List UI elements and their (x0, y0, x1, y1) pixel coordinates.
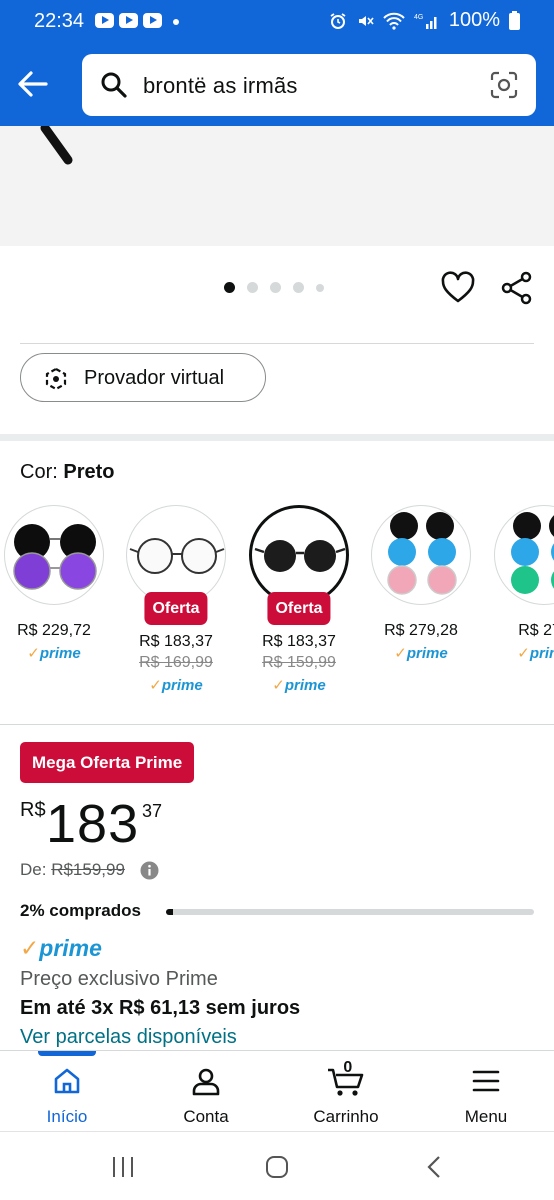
battery-icon (509, 11, 520, 30)
variant-price: R$ 279 (518, 622, 554, 639)
installments-text: Em até 3x R$ 61,13 sem juros (20, 997, 301, 1019)
variant-image (126, 505, 226, 605)
notification-dot-icon (173, 19, 179, 25)
variant-prime-badge: ✓prime (394, 645, 448, 662)
arrow-left-icon (18, 71, 48, 97)
nav-home-label: Início (46, 1107, 88, 1126)
back-button[interactable] (14, 64, 50, 104)
cart-count-badge: 0 (343, 1059, 353, 1076)
mute-icon (358, 15, 374, 26)
youtube-notification-icon (95, 13, 114, 28)
active-tab-indicator (38, 1051, 96, 1056)
info-icon[interactable] (140, 861, 159, 880)
cube-3d-icon (45, 367, 67, 391)
bought-progress-fill (166, 909, 174, 915)
variant-price: R$ 229,72 (17, 622, 91, 639)
bought-percentage-label: 2% comprados (20, 901, 141, 920)
variant-image (494, 505, 554, 605)
nav-menu[interactable]: Menu (431, 1063, 541, 1127)
product-image (40, 126, 73, 165)
list-price-value: R$159,99 (51, 860, 125, 879)
bottom-navigation: Início Conta 0 Carrinho Menu (0, 1050, 554, 1130)
divider (20, 343, 534, 344)
variant-prime-badge: ✓prime (27, 645, 81, 662)
variant-price: R$ 279,28 (384, 622, 458, 639)
product-image-gallery[interactable] (0, 126, 554, 246)
mega-deal-badge: Mega Oferta Prime (20, 742, 195, 783)
variant-prime-badge: ✓prime (272, 677, 326, 694)
bought-progress-bar (166, 909, 534, 915)
nav-menu-label: Menu (464, 1107, 508, 1126)
app-header: 22:34 4G 100% brontë as irmãs (0, 0, 554, 126)
alarm-icon (330, 12, 346, 29)
nav-account[interactable]: Conta (151, 1063, 261, 1127)
gallery-dot[interactable] (316, 283, 324, 292)
gallery-dot[interactable] (247, 282, 258, 293)
search-bar[interactable]: brontë as irmãs (82, 54, 536, 116)
status-time: 22:34 (34, 10, 85, 32)
share-icon[interactable] (499, 270, 535, 306)
gallery-dot[interactable] (293, 282, 304, 293)
variant-prime-badge: ✓prime (517, 645, 554, 662)
variant-image (371, 505, 471, 605)
recent-apps-icon[interactable] (110, 1154, 136, 1180)
variant-was-price: R$ 159,99 (262, 654, 336, 671)
list-price-label: De: (20, 860, 47, 879)
back-nav-icon[interactable] (422, 1154, 448, 1180)
price-currency: R$ (20, 799, 46, 821)
search-query[interactable]: brontë as irmãs (143, 73, 298, 99)
list-price: De: R$159,99 (20, 860, 125, 880)
camera-scan-icon[interactable] (490, 71, 518, 99)
search-icon (101, 72, 127, 98)
variant-image (4, 505, 104, 605)
status-icons: 4G 100% (329, 9, 520, 32)
variant-price: R$ 183,37 (139, 633, 213, 650)
battery-percent: 100% (448, 9, 500, 31)
home-icon (54, 1068, 80, 1094)
home-button-icon[interactable] (264, 1154, 290, 1180)
virtual-try-on-button[interactable]: Provador virtual (20, 353, 266, 402)
offer-badge: Oferta (144, 592, 208, 625)
signal-icon: 4G (414, 14, 437, 29)
virtual-try-on-label: Provador virtual (84, 367, 225, 389)
variant-was-price: R$ 169,99 (139, 654, 213, 671)
divider (0, 724, 554, 725)
wifi-icon (383, 12, 405, 30)
gallery-dot[interactable] (224, 282, 235, 293)
person-icon (192, 1068, 220, 1096)
price-whole: 183 (46, 794, 140, 854)
variant-prime-badge: ✓prime (149, 677, 203, 694)
gallery-dot[interactable] (270, 282, 281, 293)
nav-cart[interactable]: 0 Carrinho (291, 1059, 401, 1127)
variant-image (249, 505, 349, 605)
color-selector-label: Cor: Preto (20, 461, 114, 484)
variant-price: R$ 183,37 (262, 633, 336, 650)
offer-badge: Oferta (267, 592, 331, 625)
color-label: Cor: (20, 461, 58, 483)
youtube-notification-icon (119, 13, 138, 28)
nav-account-label: Conta (183, 1107, 229, 1126)
hamburger-menu-icon (472, 1070, 500, 1092)
nav-cart-label: Carrinho (313, 1107, 379, 1126)
youtube-notification-icon (143, 13, 162, 28)
heart-icon[interactable] (440, 270, 476, 306)
system-navigation-bar (0, 1131, 554, 1200)
price-cents: 37 (142, 801, 163, 821)
installments-link[interactable]: Ver parcelas disponíveis (20, 1026, 237, 1049)
color-variant-carousel[interactable]: R$ 229,72 ✓prime Oferta R$ 183,37 R$ 169… (0, 503, 554, 703)
svg-text:4G: 4G (414, 14, 423, 21)
gallery-pagination[interactable] (224, 282, 324, 293)
section-separator (0, 434, 554, 441)
prime-exclusive-text: Preço exclusivo Prime (20, 968, 218, 990)
nav-home[interactable]: Início (12, 1063, 122, 1127)
color-value: Preto (63, 461, 115, 483)
status-bar: 22:34 4G 100% (0, 0, 554, 44)
prime-logo: ✓prime (20, 935, 102, 961)
